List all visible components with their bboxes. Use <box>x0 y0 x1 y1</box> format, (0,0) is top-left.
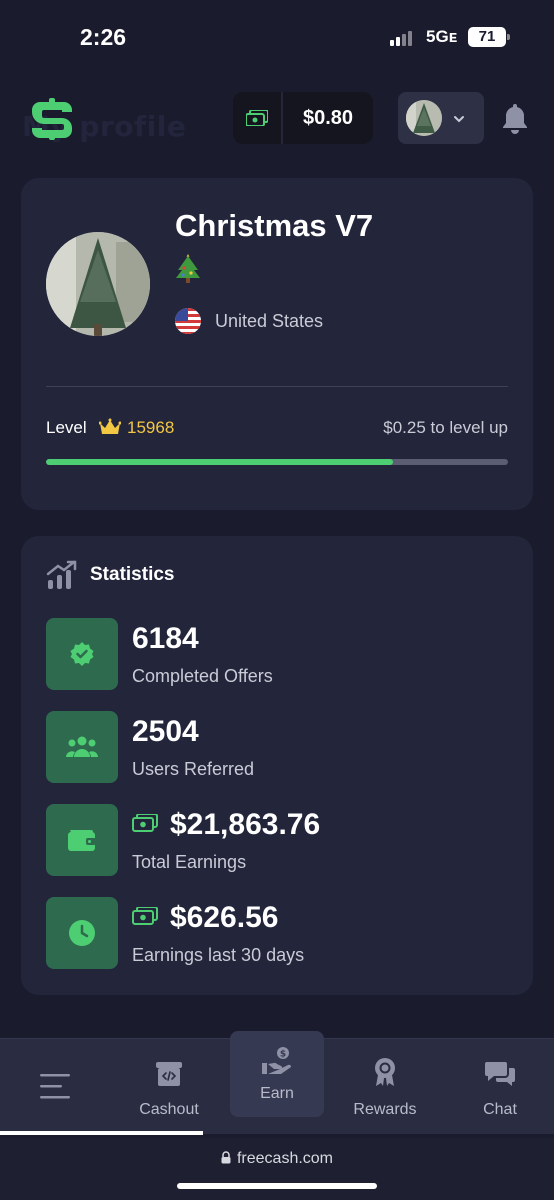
rewards-medal-icon <box>373 1057 397 1091</box>
avatar <box>406 100 442 136</box>
signal-icon <box>390 30 418 46</box>
lock-icon <box>221 1151 231 1169</box>
level-progress-bar <box>46 459 508 465</box>
stat-completed-offers: 6184 Completed Offers <box>46 618 516 690</box>
menu-icon <box>40 1073 70 1103</box>
nav-label: Cashout <box>139 1101 199 1118</box>
country-name: United States <box>215 310 324 331</box>
chat-icon <box>485 1061 515 1091</box>
divider <box>46 386 508 387</box>
account-menu-button[interactable] <box>398 92 484 144</box>
level-up-text: $0.25 to level up <box>383 418 508 437</box>
level-progress-fill <box>46 459 393 465</box>
nav-rewards[interactable]: Rewards <box>340 1039 430 1135</box>
nav-chat[interactable]: Chat <box>462 1039 538 1135</box>
url-row: freecash.com <box>0 1150 554 1169</box>
statistics-title: Statistics <box>90 564 175 585</box>
nav-earn[interactable]: $ Earn <box>230 1031 324 1117</box>
nav-cashout[interactable]: Cashout <box>124 1039 214 1135</box>
home-indicator <box>177 1183 377 1189</box>
check-badge-icon <box>46 618 118 690</box>
stat-earnings-30-days: $626.56 Earnings last 30 days <box>46 897 516 969</box>
profile-name: Christmas V7 <box>175 208 374 243</box>
status-time: 2:26 <box>80 24 127 50</box>
stat-value: $626.56 <box>170 901 279 934</box>
balance-pill[interactable]: $0.80 <box>233 92 373 144</box>
balance-value: $0.80 <box>302 106 354 129</box>
url-text: freecash.com <box>236 1150 334 1167</box>
us-flag-icon <box>175 308 201 334</box>
browser-url-bar[interactable]: freecash.com <box>0 1138 554 1200</box>
network-type: 5Gᴇ <box>426 27 458 46</box>
stat-label: Total Earnings <box>132 852 247 872</box>
profile-avatar <box>46 232 150 336</box>
stats-chart-icon <box>46 560 78 594</box>
level-label: Level <box>46 418 87 437</box>
cash-icon <box>132 906 158 929</box>
users-icon <box>46 711 118 783</box>
country-row: United States <box>175 308 323 334</box>
stat-label: Users Referred <box>132 759 255 779</box>
nav-label: Earn <box>260 1085 294 1102</box>
bottom-nav: Cashout $ Earn Rewards Chat <box>0 1031 554 1135</box>
bell-icon[interactable] <box>500 102 530 138</box>
stat-users-referred: 2504 Users Referred <box>46 711 516 783</box>
nav-label: Rewards <box>353 1101 417 1118</box>
stat-value: 2504 <box>132 715 199 748</box>
freecash-logo-icon[interactable] <box>28 98 76 140</box>
earn-hand-coin-icon: $ <box>261 1047 293 1079</box>
stat-label: Earnings last 30 days <box>132 945 305 965</box>
level-value: 15968 <box>127 418 175 437</box>
wallet-icon <box>46 804 118 876</box>
profile-card: Christmas V7 United States Level 15968 $… <box>21 178 533 510</box>
battery-icon: 71 <box>468 27 510 47</box>
stat-label: Completed Offers <box>132 666 273 686</box>
svg-text:$: $ <box>280 1050 286 1060</box>
cash-icon <box>132 813 158 836</box>
nav-label: Chat <box>483 1101 517 1118</box>
cash-icon <box>233 92 283 144</box>
stat-total-earnings: $21,863.76 Total Earnings <box>46 804 516 876</box>
clock-icon <box>46 897 118 969</box>
header: My profile $0.80 <box>0 80 554 160</box>
crown-icon <box>98 418 122 440</box>
christmas-tree-icon <box>175 254 201 288</box>
chevron-down-icon <box>452 111 466 130</box>
stat-value: $21,863.76 <box>170 808 321 841</box>
nav-active-indicator <box>0 1131 203 1135</box>
status-bar: 2:26 5Gᴇ 71 <box>0 0 554 72</box>
nav-menu[interactable] <box>30 1039 80 1135</box>
statistics-card: Statistics 6184 Completed Offers 2504 Us… <box>21 536 533 995</box>
stat-value: 6184 <box>132 622 199 655</box>
cashout-icon <box>155 1061 183 1091</box>
